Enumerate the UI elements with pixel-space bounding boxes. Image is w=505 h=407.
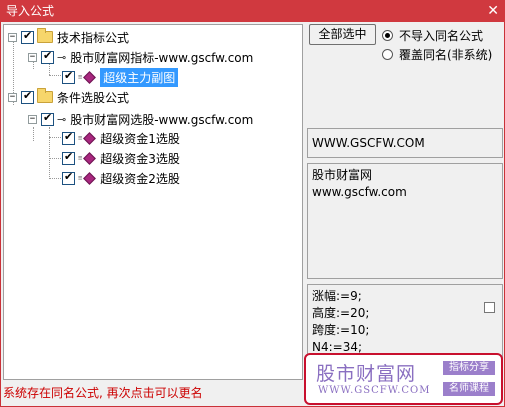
select-all-button[interactable]: 全部选中 (309, 24, 376, 45)
formula-gem-icon (83, 171, 97, 185)
url-box: WWW.GSCFW.COM (307, 128, 503, 158)
collapse-toggle-icon[interactable]: − (28, 114, 37, 124)
tree-group-screener[interactable]: − 条件选股公式 (8, 87, 129, 107)
collapse-toggle-icon[interactable]: − (28, 52, 37, 62)
item-label: 超级资金2选股 (100, 171, 180, 186)
folder-icon (37, 28, 53, 43)
description-line: 股市财富网 (312, 168, 373, 182)
tree-group-indicator[interactable]: − 技术指标公式 (8, 27, 129, 47)
package-label: 股市财富网选股-www.gscfw.com (70, 112, 254, 127)
formula-tree[interactable]: − 技术指标公式 − ⊸ 股市财富网指标-www.gscfw.com ≡ 超级主… (3, 24, 303, 380)
watermark-banner: 股市财富网 WWW.GSCFW.COM 指标分享 名师课程 (304, 353, 503, 405)
formula-type-icon: ≡ (78, 134, 83, 142)
tree-item-formula[interactable]: ≡ 超级资金1选股 (62, 128, 180, 148)
radio-no-import[interactable]: 不导入同名公式 (382, 27, 483, 44)
group-checkbox[interactable] (21, 89, 34, 104)
item-checkbox[interactable] (62, 69, 75, 84)
collapse-toggle-icon[interactable]: − (8, 92, 17, 102)
radio-overwrite[interactable]: 覆盖同名(非系统) (382, 46, 492, 63)
item-label-selected: 超级主力副图 (100, 67, 179, 87)
item-label: 超级资金1选股 (100, 131, 180, 146)
tree-item-formula[interactable]: ≡ 超级资金2选股 (62, 168, 180, 188)
window-title: 导入公式 (6, 4, 55, 18)
description-line: www.gscfw.com (312, 185, 407, 199)
tree-connector (49, 75, 63, 76)
key-icon: ⊸ (57, 112, 67, 126)
formula-type-icon: ≡ (78, 73, 83, 81)
radio-unselected-icon[interactable] (382, 49, 393, 60)
watermark-tag: 名师课程 (443, 382, 495, 396)
url-text: WWW.GSCFW.COM (312, 136, 425, 150)
code-option-checkbox[interactable] (484, 302, 495, 313)
code-line: 涨幅:=9; (312, 289, 362, 303)
folder-icon (37, 88, 53, 103)
package-label: 股市财富网指标-www.gscfw.com (70, 50, 254, 65)
code-line: 高度:=20; (312, 306, 370, 320)
formula-gem-icon (83, 70, 97, 84)
item-label: 超级资金3选股 (100, 151, 180, 166)
radio-label: 覆盖同名(非系统) (399, 48, 493, 62)
status-message: 系统存在同名公式, 再次点击可以更名 (3, 386, 203, 400)
item-checkbox[interactable] (62, 170, 75, 185)
item-checkbox[interactable] (62, 150, 75, 165)
tree-connector (49, 137, 63, 138)
tree-node-indicator-package[interactable]: − ⊸ 股市财富网指标-www.gscfw.com (28, 47, 253, 67)
radio-label: 不导入同名公式 (399, 29, 484, 43)
group-checkbox[interactable] (21, 29, 34, 44)
package-checkbox[interactable] (41, 49, 54, 64)
radio-selected-icon[interactable] (382, 30, 393, 41)
key-icon: ⊸ (57, 50, 67, 64)
watermark-tag: 指标分享 (443, 361, 495, 375)
formula-gem-icon (83, 131, 97, 145)
watermark-url: WWW.GSCFW.COM (318, 385, 431, 396)
item-checkbox[interactable] (62, 130, 75, 145)
tree-connector (49, 178, 63, 179)
watermark-brand: 股市财富网 (316, 363, 417, 385)
tree-node-screener-package[interactable]: − ⊸ 股市财富网选股-www.gscfw.com (28, 109, 253, 129)
formula-code-box[interactable]: 涨幅:=9; 高度:=20; 跨度:=10; N4:=34; (307, 284, 503, 358)
tree-item-formula[interactable]: ≡ 超级主力副图 (62, 67, 179, 87)
tree-connector (33, 127, 34, 141)
formula-gem-icon (83, 151, 97, 165)
close-icon[interactable]: ✕ (487, 0, 499, 22)
collapse-toggle-icon[interactable]: − (8, 32, 17, 42)
group-label: 技术指标公式 (57, 30, 130, 45)
tree-connector (49, 158, 63, 159)
package-checkbox[interactable] (41, 111, 54, 126)
formula-type-icon: ≡ (78, 154, 83, 162)
code-line: 跨度:=10; (312, 323, 370, 337)
group-label: 条件选股公式 (57, 90, 130, 105)
dialog-body: − 技术指标公式 − ⊸ 股市财富网指标-www.gscfw.com ≡ 超级主… (0, 22, 505, 407)
title-bar: 导入公式 ✕ (0, 0, 505, 22)
tree-item-formula[interactable]: ≡ 超级资金3选股 (62, 148, 180, 168)
tree-connector (49, 127, 50, 179)
description-box: 股市财富网 www.gscfw.com (307, 163, 503, 279)
formula-type-icon: ≡ (78, 174, 83, 182)
